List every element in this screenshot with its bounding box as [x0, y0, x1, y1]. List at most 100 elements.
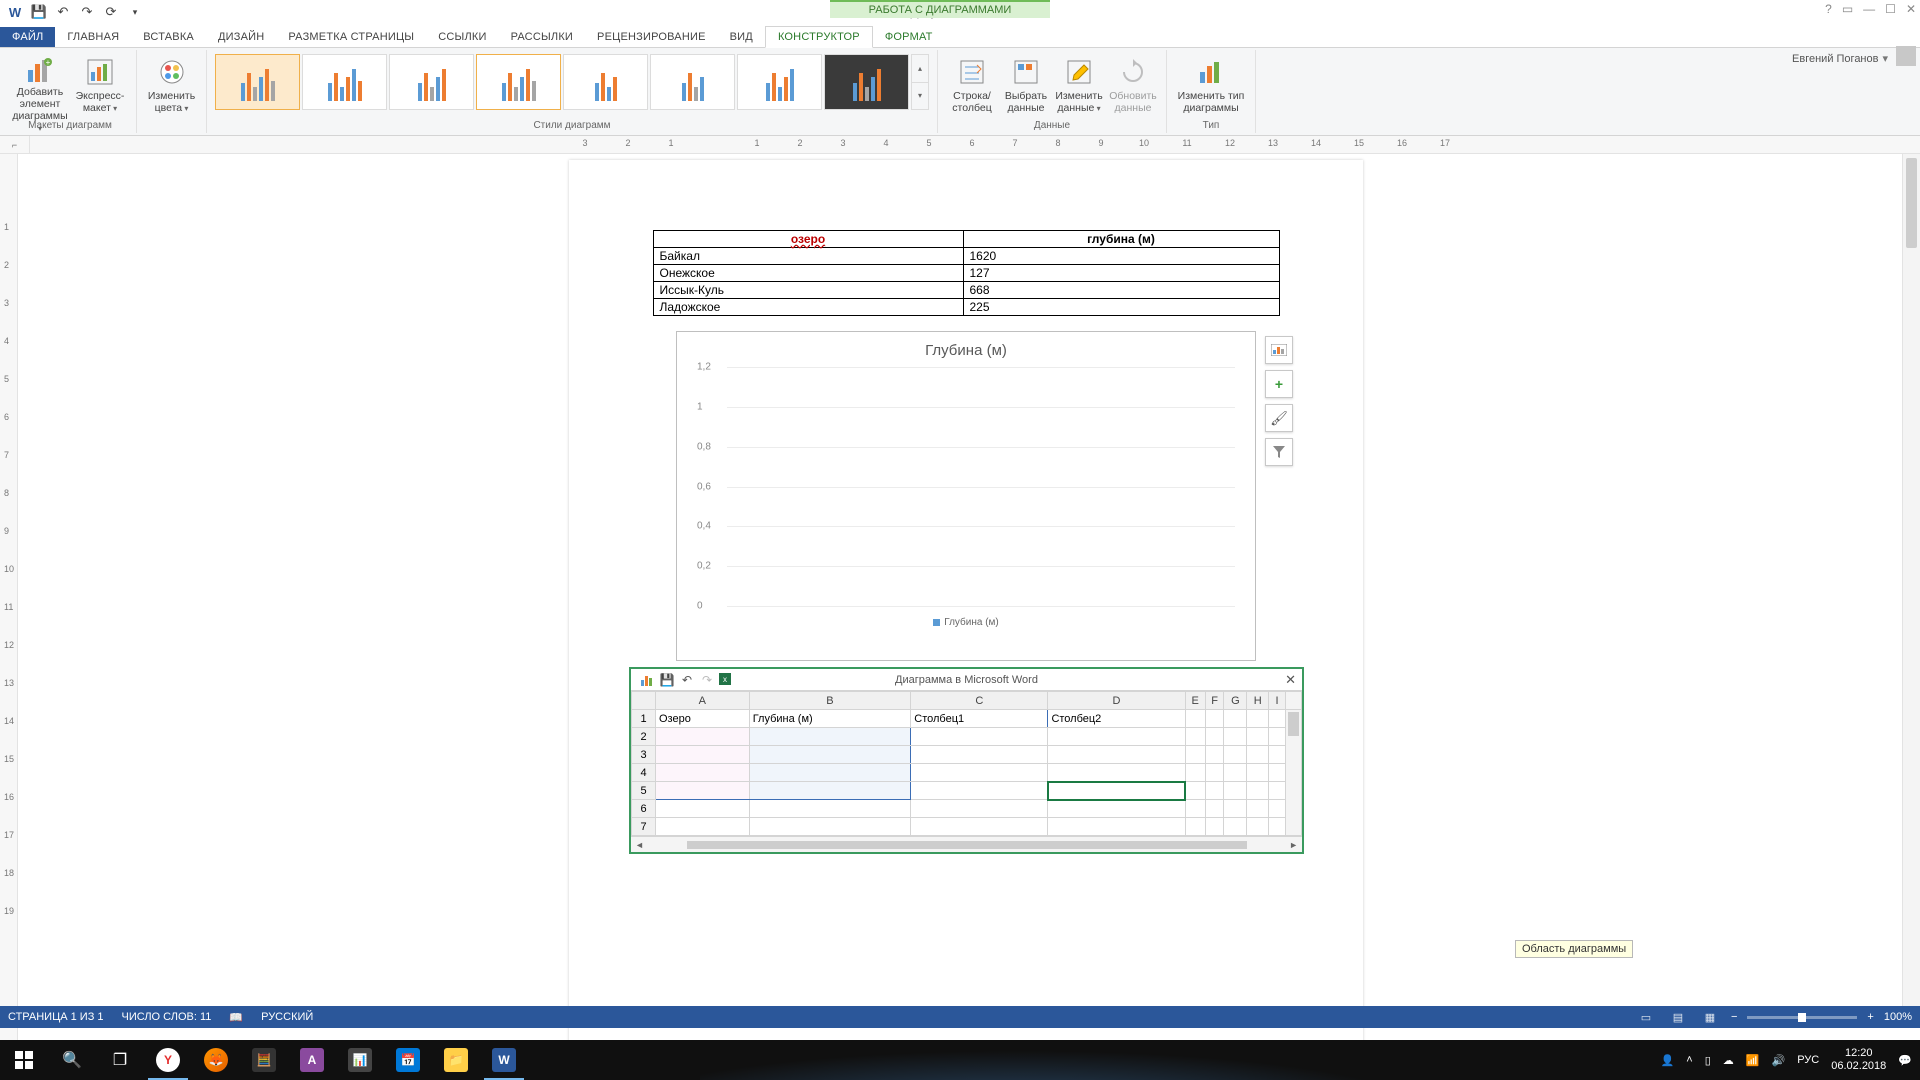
cell-D5-selected[interactable] [1048, 782, 1185, 800]
tab-mailings[interactable]: РАССЫЛКИ [499, 27, 585, 47]
chart-style-3[interactable] [389, 54, 474, 110]
help-icon[interactable]: ? [1825, 2, 1832, 16]
switch-row-column-button[interactable]: Строка/столбец [944, 52, 1000, 122]
chart-style-8[interactable] [824, 54, 909, 110]
collapse-ribbon-icon[interactable]: ㅤ [1905, 30, 1914, 45]
chart-style-6[interactable] [650, 54, 735, 110]
table-cell-depth[interactable]: 1620 [963, 248, 1279, 265]
maximize-icon[interactable]: ☐ [1885, 2, 1896, 16]
user-avatar-icon[interactable] [1896, 46, 1916, 66]
refresh-data-label: Обновить данные [1106, 90, 1160, 114]
datasheet-close-icon[interactable]: ✕ [1285, 672, 1296, 688]
view-print-layout-icon[interactable]: ▤ [1667, 1009, 1689, 1025]
table-cell-depth[interactable]: 127 [963, 265, 1279, 282]
taskbar-app-1[interactable]: A [288, 1040, 336, 1080]
table-cell-depth[interactable]: 668 [963, 282, 1279, 299]
tab-chart-format[interactable]: ФОРМАТ [873, 27, 945, 47]
chart-elements-button[interactable]: + [1265, 370, 1293, 398]
view-web-layout-icon[interactable]: ▦ [1699, 1009, 1721, 1025]
start-button[interactable] [0, 1040, 48, 1080]
view-read-mode-icon[interactable]: ▭ [1635, 1009, 1657, 1025]
table-cell-lake[interactable]: Байкал [653, 248, 963, 265]
taskbar-file-explorer[interactable]: 📁 [432, 1040, 480, 1080]
lake-table[interactable]: озеро глубина (м) Байкал1620Онежское127И… [653, 230, 1280, 316]
table-cell-depth[interactable]: 225 [963, 299, 1279, 316]
zoom-in-icon[interactable]: + [1867, 1011, 1873, 1023]
datasheet-vscrollbar[interactable] [1286, 710, 1302, 836]
tray-clock[interactable]: 12:20 06.02.2018 [1831, 1047, 1886, 1073]
tray-people-icon[interactable]: 👤 [1661, 1054, 1675, 1067]
tab-page-layout[interactable]: РАЗМЕТКА СТРАНИЦЫ [276, 27, 426, 47]
cell-D1[interactable]: Столбец2 [1048, 710, 1185, 728]
table-cell-lake[interactable]: Онежское [653, 265, 963, 282]
datasheet-grid[interactable]: ABCDEFGHI 1 Озеро Глубина (м) Столбец1 С… [631, 691, 1302, 836]
tray-onedrive-icon[interactable]: ☁ [1723, 1054, 1734, 1067]
taskbar-yandex-browser[interactable]: Y [144, 1040, 192, 1080]
style-gallery-more[interactable]: ▴▾ [911, 54, 929, 110]
status-language[interactable]: РУССКИЙ [261, 1011, 313, 1023]
document-vscrollbar[interactable] [1902, 154, 1920, 1006]
chart-object[interactable]: Глубина (м) 00,20,40,60,811,2 Глубина (м… [676, 331, 1256, 661]
taskbar-app-2[interactable]: 📊 [336, 1040, 384, 1080]
tray-notifications-icon[interactable]: 💬 [1898, 1054, 1912, 1067]
ribbon-tabs: ФАЙЛ ГЛАВНАЯ ВСТАВКА ДИЗАЙН РАЗМЕТКА СТР… [0, 24, 1920, 48]
select-all-corner[interactable] [632, 692, 656, 710]
taskbar-calendar[interactable]: 📅 [384, 1040, 432, 1080]
task-view-icon[interactable]: ❐ [96, 1040, 144, 1080]
horizontal-ruler[interactable]: 3211234567891011121314151617 [30, 136, 1920, 154]
chart-filters-button[interactable] [1265, 438, 1293, 466]
change-colors-button[interactable]: Изменить цвета [142, 52, 202, 122]
tray-battery-icon[interactable]: ▯ [1705, 1054, 1711, 1067]
tab-design[interactable]: ДИЗАЙН [206, 27, 276, 47]
status-proofing-icon[interactable]: 📖 [229, 1011, 243, 1024]
zoom-level[interactable]: 100% [1884, 1011, 1912, 1023]
chart-style-5[interactable] [563, 54, 648, 110]
tray-up-icon[interactable]: ˄ [1686, 1054, 1692, 1066]
status-word-count[interactable]: ЧИСЛО СЛОВ: 11 [122, 1011, 212, 1023]
cell-C1[interactable]: Столбец1 [911, 710, 1048, 728]
tray-ime[interactable]: РУС [1797, 1054, 1819, 1066]
add-chart-element-button[interactable]: + Добавить элемент диаграммы [10, 52, 70, 122]
tab-file[interactable]: ФАЙЛ [0, 27, 55, 47]
taskbar-firefox[interactable]: 🦊 [192, 1040, 240, 1080]
edit-data-button[interactable]: Изменить данные [1052, 52, 1106, 122]
taskbar-calculator[interactable]: 🧮 [240, 1040, 288, 1080]
chart-tools-label: РАБОТА С ДИАГРАММАМИ [830, 0, 1050, 18]
chart-layout-options-button[interactable] [1265, 336, 1293, 364]
tray-network-icon[interactable]: 📶 [1746, 1054, 1760, 1067]
tab-review[interactable]: РЕЦЕНЗИРОВАНИЕ [585, 27, 718, 47]
chart-legend[interactable]: Глубина (м) [692, 617, 1240, 628]
chart-plot-area[interactable]: 00,20,40,60,811,2 [727, 367, 1235, 607]
tab-insert[interactable]: ВСТАВКА [131, 27, 206, 47]
chart-style-4[interactable] [476, 54, 561, 110]
vertical-ruler[interactable]: 12345678910111213141516171819 [0, 154, 18, 1050]
zoom-slider[interactable] [1747, 1016, 1857, 1019]
status-page[interactable]: СТРАНИЦА 1 ИЗ 1 [8, 1011, 104, 1023]
datasheet-hscrollbar[interactable]: ◄► [631, 836, 1302, 852]
taskbar-word[interactable]: W [480, 1040, 528, 1080]
change-chart-type-button[interactable]: Изменить тип диаграммы [1173, 52, 1249, 122]
tab-view[interactable]: ВИД [718, 27, 765, 47]
minimize-icon[interactable]: — [1863, 2, 1875, 16]
table-cell-lake[interactable]: Иссык-Куль [653, 282, 963, 299]
document-area[interactable]: озеро глубина (м) Байкал1620Онежское127И… [30, 154, 1902, 1050]
chart-styles-button[interactable]: 🖌 [1265, 404, 1293, 432]
chart-datasheet[interactable]: 💾 ↶ ↷ x Диаграмма в Microsoft Word ✕ ABC… [629, 667, 1304, 854]
ribbon-options-icon[interactable]: ▭ [1842, 2, 1853, 16]
quick-layout-button[interactable]: Экспресс-макет [70, 52, 130, 122]
tab-chart-design[interactable]: КОНСТРУКТОР [765, 26, 873, 48]
zoom-out-icon[interactable]: − [1731, 1011, 1737, 1023]
chart-style-2[interactable] [302, 54, 387, 110]
search-icon[interactable]: 🔍 [48, 1040, 96, 1080]
close-icon[interactable]: ✕ [1906, 2, 1916, 16]
tab-references[interactable]: ССЫЛКИ [426, 27, 498, 47]
tray-volume-icon[interactable]: 🔊 [1772, 1054, 1786, 1067]
chart-style-1[interactable] [215, 54, 300, 110]
cell-A1[interactable]: Озеро [656, 710, 750, 728]
table-cell-lake[interactable]: Ладожское [653, 299, 963, 316]
chart-title[interactable]: Глубина (м) [692, 342, 1240, 359]
cell-B1[interactable]: Глубина (м) [749, 710, 911, 728]
tab-home[interactable]: ГЛАВНАЯ [55, 27, 131, 47]
chart-style-7[interactable] [737, 54, 822, 110]
select-data-button[interactable]: Выбрать данные [1000, 52, 1052, 122]
